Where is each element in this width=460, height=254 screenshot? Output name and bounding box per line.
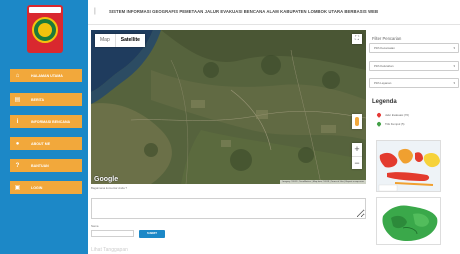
legend-item-jalur-evakuasi: Jalur Evakuasi (70) [376,112,409,118]
map-marker-green-icon [376,121,382,127]
lombok-utara-logo[interactable] [27,5,63,53]
legend-title: Legenda [372,99,397,105]
sidebar-item-berita[interactable]: ▤ BERITA [10,93,82,106]
comment-textarea[interactable] [91,198,366,219]
satellite-map[interactable]: Map Satellite ⛶ + − Google Imagery ©2019… [91,30,366,184]
sidebar-item-label: HALAMAN UTAMA [31,73,63,78]
legend-label: Titik Kumpul (5) [385,122,405,126]
fullscreen-icon[interactable]: ⛶ [352,34,362,44]
select-value: Pilih Kelurahan [374,64,394,68]
select-value: Pilih Kecamatan [374,46,395,50]
name-input[interactable] [91,230,134,237]
sidebar-item-label: LOGIN [31,185,43,190]
sidebar-item-label: BANTUAN [31,163,49,168]
logo-banner [29,7,61,13]
home-icon: ⌂ [15,72,20,79]
map-type-map-button[interactable]: Map [95,34,115,47]
lombok-utara-map-image [377,198,440,244]
zoom-out-button[interactable]: − [352,157,362,170]
kelurahan-select[interactable]: Pilih Kelurahan ▾ [369,61,459,71]
submit-button[interactable]: SUBMIT [139,230,165,238]
sidebar: ⌂ HALAMAN UTAMA ▤ BERITA i INFORMASI BEN… [0,0,88,254]
sidebar-item-label: ABOUT ME [31,141,51,146]
pegman-icon[interactable] [352,114,362,129]
menu-icon[interactable]: | [94,8,96,15]
sidebar-item-label: BERITA [31,97,45,102]
name-label: Nama [91,224,99,228]
layanan-select[interactable]: Pilih Layanan ▾ [369,78,459,88]
legend-item-titik-kumpul: Titik Kumpul (5) [376,121,405,127]
lombok-utara-map [376,197,441,245]
sidebar-item-label: INFORMASI BENCANA [31,119,71,124]
info-icon: i [16,118,19,125]
satellite-imagery [91,30,366,184]
footer-text: Lihat Tanggapan [91,247,128,253]
zoom-in-button[interactable]: + [352,143,362,157]
sidebar-item-bantuan[interactable]: ? BANTUAN [10,159,82,172]
kecamatan-select[interactable]: Pilih Kecamatan ▾ [369,43,459,53]
chevron-down-icon: ▾ [453,81,455,85]
map-type-switch: Map Satellite [95,34,145,47]
legend-label: Jalur Evakuasi (70) [385,113,409,117]
map-marker-red-icon [376,112,382,118]
sidebar-item-login[interactable]: ▣ LOGIN [10,181,82,194]
sidebar-item-about-me[interactable]: ● ABOUT ME [10,137,82,150]
comment-label: Bagaimana komentar Anda ? [91,186,128,190]
page-title: SISTEM INFORMASI GEOGRAFIS PEMETAAN JALU… [109,9,379,14]
top-bar: | SISTEM INFORMASI GEOGRAFIS PEMETAAN JA… [88,0,460,25]
chevron-down-icon: ▾ [453,64,455,68]
map-type-satellite-button[interactable]: Satellite [114,34,145,47]
newspaper-icon: ▤ [14,97,21,103]
chevron-down-icon: ▾ [453,46,455,50]
lock-icon: ▣ [14,185,21,191]
zoom-control: + − [352,143,362,169]
map-attribution[interactable]: Imagery ©2019 , TerraMetrics | Map data … [280,180,366,184]
sidebar-item-informasi-bencana[interactable]: i INFORMASI BENCANA [10,115,82,128]
sidebar-item-halaman-utama[interactable]: ⌂ HALAMAN UTAMA [10,69,82,82]
seal-center-icon [38,23,52,37]
google-logo: Google [94,176,119,183]
select-value: Pilih Layanan [374,81,392,85]
question-icon: ? [15,162,20,169]
user-icon: ● [15,140,20,147]
indonesia-map-image [377,141,440,191]
indonesia-hazard-map [376,140,441,192]
filter-panel-title: Filter Pencarian [372,36,402,41]
